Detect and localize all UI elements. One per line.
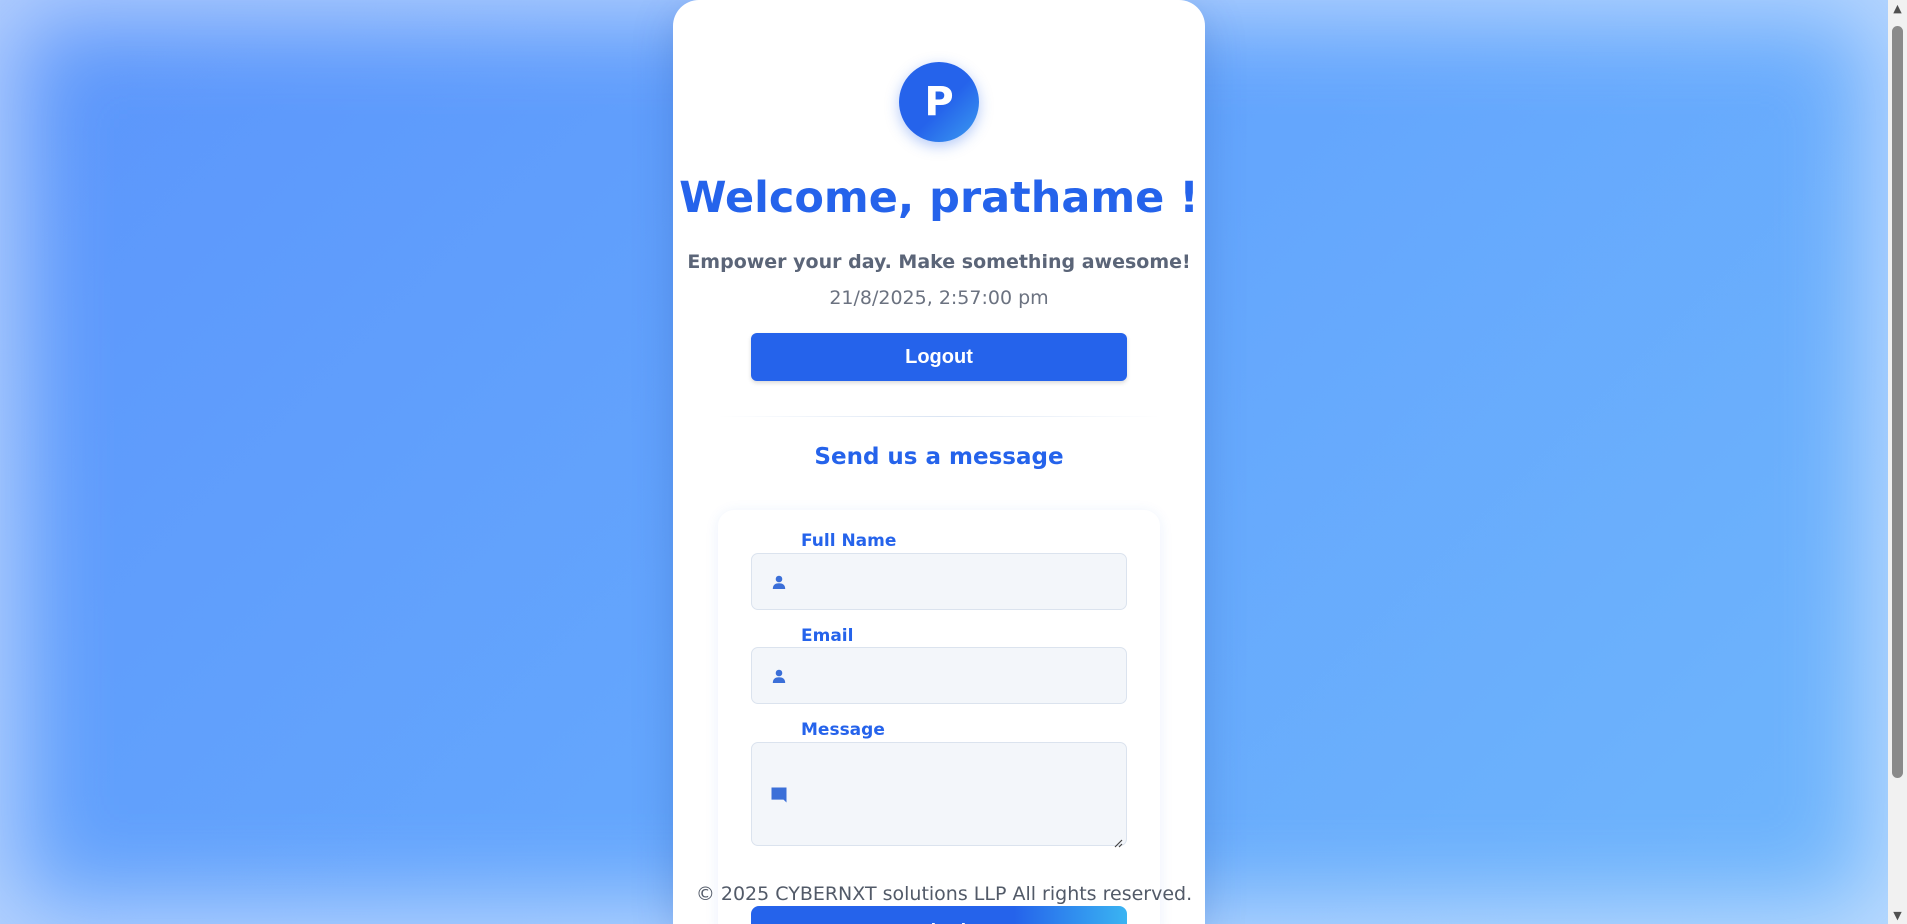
welcome-card: P Welcome, prathame ! Empower your day. …: [673, 0, 1205, 924]
full-name-label: Full Name: [801, 531, 897, 551]
scrollbar-thumb[interactable]: [1892, 26, 1903, 778]
scrollbar[interactable]: ▲ ▼: [1888, 0, 1907, 924]
footer-copyright: © 2025 CYBERNXT solutions LLP All rights…: [695, 883, 1193, 905]
divider: [718, 416, 1160, 417]
message-label: Message: [801, 720, 885, 740]
message-icon: [770, 786, 788, 804]
welcome-heading: Welcome, prathame !: [679, 173, 1199, 223]
message-field[interactable]: [751, 742, 1127, 848]
scroll-up-arrow-icon[interactable]: ▲: [1888, 0, 1907, 17]
email-field[interactable]: [751, 647, 1127, 704]
tagline: Empower your day. Make something awesome…: [687, 251, 1191, 273]
email-label: Email: [801, 626, 854, 646]
avatar: P: [899, 62, 979, 142]
scroll-down-arrow-icon[interactable]: ▼: [1888, 907, 1907, 924]
user-icon: [770, 667, 788, 685]
user-icon: [770, 573, 788, 591]
email-input[interactable]: [802, 648, 1118, 703]
full-name-input[interactable]: [802, 554, 1118, 609]
submit-button[interactable]: Submit: [751, 906, 1127, 924]
contact-section-title: Send us a message: [814, 444, 1064, 470]
logout-button[interactable]: Logout: [751, 333, 1127, 381]
current-datetime: 21/8/2025, 2:57:00 pm: [829, 287, 1049, 309]
message-textarea[interactable]: [802, 743, 1118, 845]
resize-grip-icon[interactable]: [1114, 833, 1123, 848]
avatar-initial: P: [924, 79, 954, 125]
full-name-field[interactable]: [751, 553, 1127, 610]
